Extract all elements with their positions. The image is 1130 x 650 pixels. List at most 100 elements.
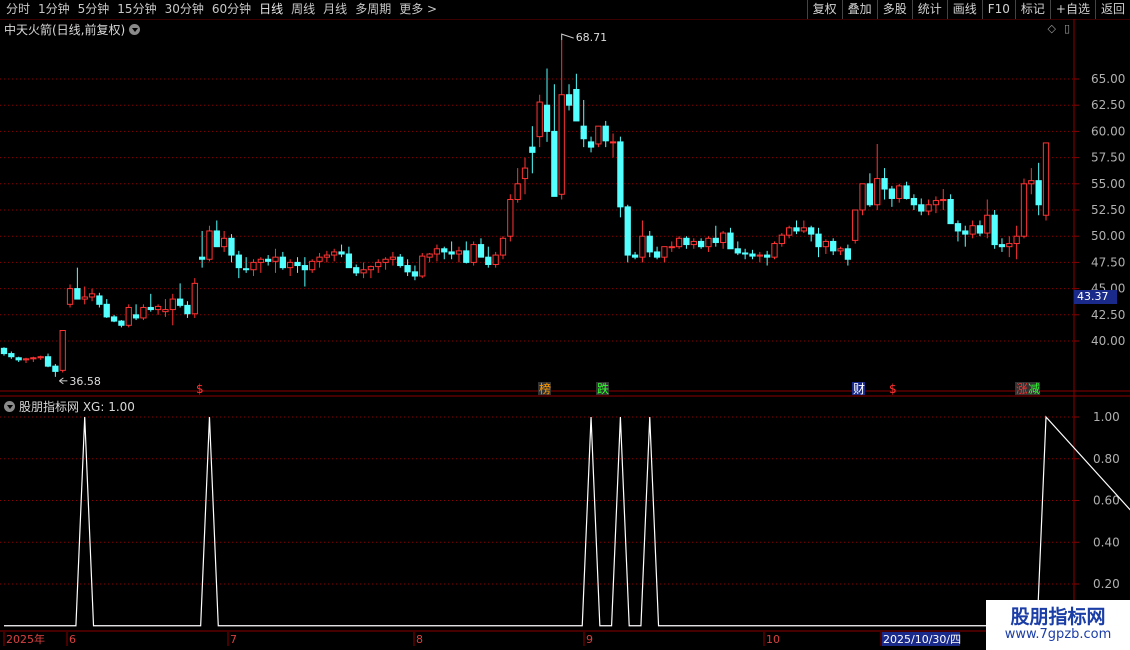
- candle-body: [551, 130, 558, 197]
- time-axis-label: 2025年: [6, 632, 45, 646]
- candle-body: [822, 240, 830, 248]
- event-marker: $: [196, 382, 204, 396]
- candle-body: [874, 178, 881, 206]
- candle-body: [404, 265, 411, 273]
- candle-body: [125, 306, 132, 326]
- candle-body: [470, 244, 477, 263]
- kline-chart[interactable]: 40.0042.5045.0047.5050.0052.5055.0057.50…: [0, 0, 1130, 650]
- candle-body: [859, 183, 866, 211]
- candle-body: [419, 255, 426, 277]
- candle-body: [749, 253, 756, 257]
- candle-body: [903, 185, 910, 199]
- y-tick-label: 50.00: [1091, 229, 1125, 243]
- current-price-tag: 43.37: [1074, 290, 1117, 304]
- y-tick-label: 0.60: [1093, 494, 1120, 508]
- y-tick-label: 0.80: [1093, 452, 1120, 466]
- y-tick-label: 1.00: [1093, 410, 1120, 424]
- y-tick-label: 40.00: [1091, 334, 1125, 348]
- candle-body: [140, 306, 147, 319]
- candle-body: [169, 298, 176, 311]
- watermark-title: 股朋指标网: [1010, 606, 1106, 628]
- candle-body: [30, 357, 37, 360]
- candle-body: [206, 230, 213, 260]
- chevron-down-icon[interactable]: [4, 401, 15, 412]
- candle-body: [1013, 235, 1020, 245]
- candle-body: [1006, 243, 1013, 248]
- candle-body: [580, 125, 587, 140]
- candle-body: [866, 183, 874, 206]
- candle-body: [734, 248, 741, 254]
- candle-body: [602, 125, 609, 142]
- candle-body: [932, 200, 940, 206]
- candle-body: [764, 254, 771, 258]
- candle-body: [771, 243, 778, 258]
- candle-body: [565, 94, 573, 106]
- candle-body: [573, 88, 580, 122]
- candle-body: [433, 248, 441, 255]
- candle-body: [741, 252, 749, 255]
- candle-body: [844, 248, 852, 260]
- candle-body: [345, 253, 353, 269]
- candle-body: [235, 254, 242, 269]
- candle-body: [653, 251, 661, 258]
- candle-body: [103, 303, 110, 318]
- candle-body: [110, 316, 118, 322]
- candle-body: [793, 227, 800, 232]
- candle-body: [88, 293, 96, 298]
- candle-body: [786, 227, 793, 236]
- candle-body: [778, 234, 785, 245]
- candle-body: [96, 295, 103, 305]
- candle-body: [52, 365, 59, 372]
- candle-body: [191, 282, 198, 315]
- candle-body: [213, 230, 220, 248]
- candle-body: [991, 214, 998, 246]
- candle-body: [595, 125, 602, 145]
- candle-body: [301, 265, 309, 271]
- candle-body: [184, 304, 191, 315]
- candle-body: [485, 256, 492, 265]
- candle-body: [176, 298, 184, 306]
- candle-body: [837, 248, 844, 252]
- candle-body: [646, 235, 653, 253]
- candle-body: [44, 356, 52, 367]
- candle-body: [668, 246, 675, 249]
- candle-body: [338, 251, 345, 255]
- candle-body: [257, 258, 264, 263]
- y-tick-label: 65.00: [1091, 72, 1125, 86]
- candle-body: [881, 178, 888, 190]
- candle-body: [353, 267, 360, 274]
- candle-body: [888, 188, 896, 199]
- candle-body: [661, 246, 668, 258]
- candle-body: [918, 204, 925, 212]
- candle-body: [411, 271, 419, 277]
- candle-body: [1035, 180, 1042, 206]
- candle-body: [0, 347, 8, 355]
- candle-body: [558, 94, 565, 195]
- candle-body: [697, 240, 705, 248]
- candle-body: [426, 253, 433, 258]
- candle-body: [896, 185, 903, 199]
- event-marker: 跌: [597, 381, 609, 396]
- candle-body: [22, 358, 30, 361]
- candle-body: [367, 266, 375, 271]
- xg-signal-line: [4, 415, 1130, 627]
- candle-body: [360, 269, 367, 274]
- candle-body: [331, 251, 338, 256]
- candle-body: [683, 237, 690, 246]
- candle-body: [1028, 180, 1035, 185]
- candle-body: [132, 314, 140, 319]
- candle-body: [712, 237, 719, 243]
- candle-body: [59, 330, 66, 371]
- candle-body: [962, 230, 969, 235]
- time-axis-label: 2025/10/30/四: [883, 633, 961, 646]
- candle-body: [375, 261, 382, 268]
- watermark-url: www.7gpzb.com: [1004, 627, 1112, 642]
- candle-body: [389, 256, 397, 260]
- candle-body: [719, 232, 727, 243]
- candle-body: [243, 268, 250, 271]
- y-tick-label: 62.50: [1091, 98, 1125, 112]
- candle-body: [514, 183, 521, 201]
- candle-body: [940, 199, 947, 202]
- event-marker: $: [889, 382, 897, 396]
- candle-body: [309, 260, 316, 271]
